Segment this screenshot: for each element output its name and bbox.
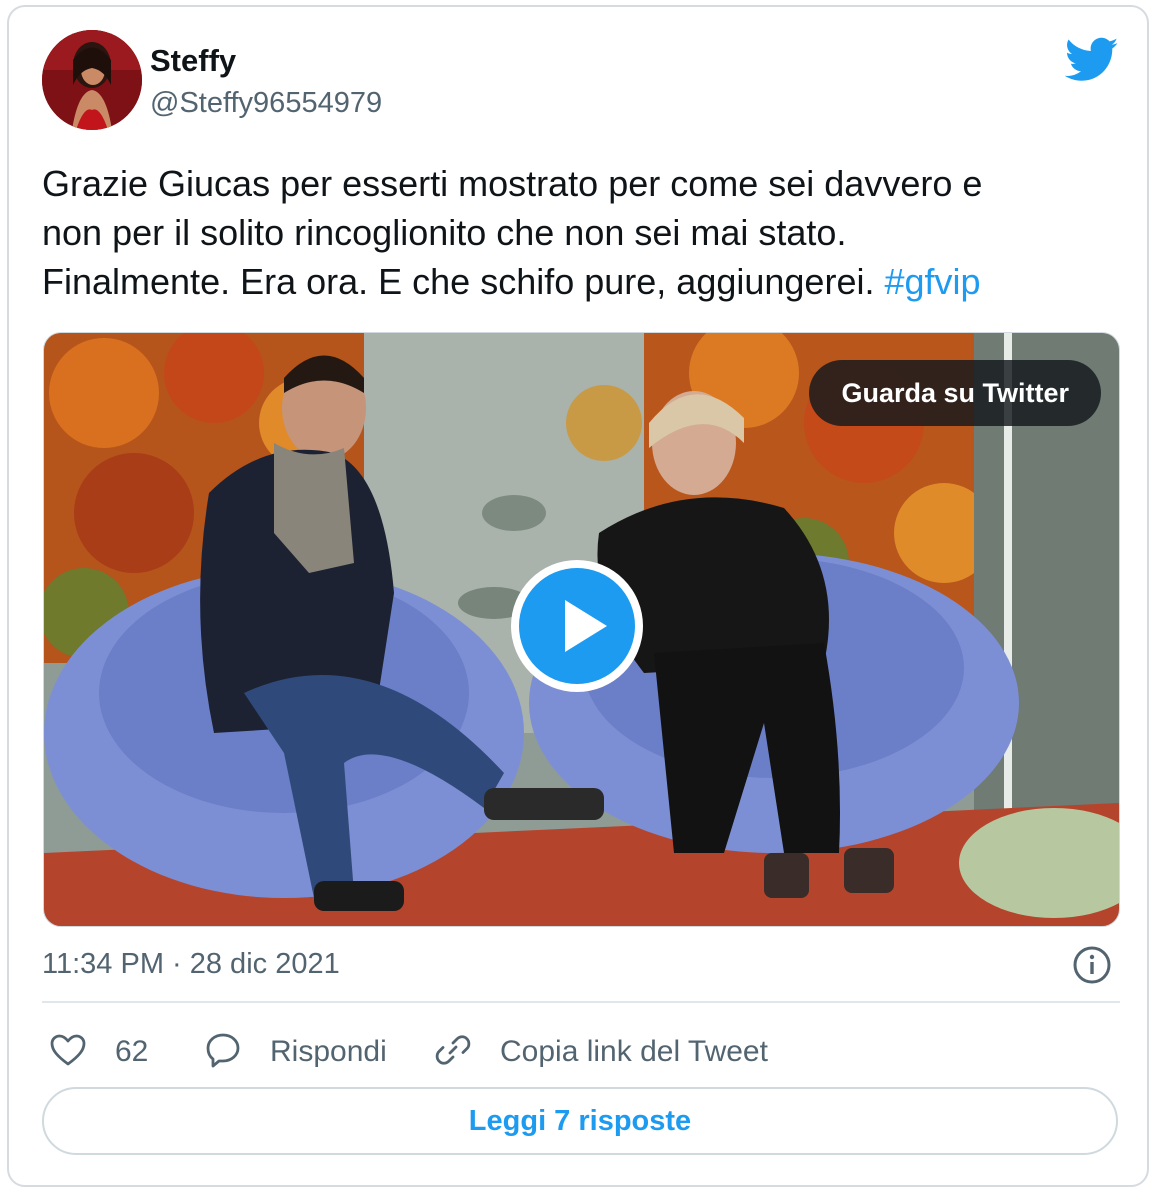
like-button[interactable]: 62 bbox=[49, 1027, 148, 1077]
watch-on-twitter-button[interactable]: Guarda su Twitter bbox=[809, 360, 1101, 426]
reply-label: Rispondi bbox=[270, 1035, 387, 1068]
avatar[interactable] bbox=[42, 30, 142, 130]
video-thumbnail[interactable]: Guarda su Twitter bbox=[43, 332, 1120, 927]
info-icon[interactable] bbox=[1072, 945, 1112, 985]
author-name[interactable]: Steffy bbox=[150, 43, 236, 79]
play-button[interactable] bbox=[511, 560, 643, 692]
reply-icon bbox=[204, 1031, 242, 1074]
play-icon bbox=[519, 568, 635, 684]
twitter-bird-icon[interactable] bbox=[1064, 37, 1119, 83]
tweet-timestamp[interactable]: 11:34 PM · 28 dic 2021 bbox=[42, 948, 340, 981]
copy-link-button[interactable]: Copia link del Tweet bbox=[434, 1027, 768, 1077]
hashtag-link[interactable]: #gfvip bbox=[884, 261, 980, 302]
divider bbox=[42, 1001, 1120, 1003]
copy-link-label: Copia link del Tweet bbox=[500, 1035, 768, 1068]
tweet-body: Grazie Giucas per esserti mostrato per c… bbox=[42, 163, 983, 302]
tweet-card: Steffy @Steffy96554979 Grazie Giucas per… bbox=[7, 5, 1149, 1187]
tweet-text: Grazie Giucas per esserti mostrato per c… bbox=[42, 159, 1132, 306]
like-count: 62 bbox=[115, 1035, 149, 1068]
heart-icon bbox=[49, 1033, 87, 1072]
read-replies-button[interactable]: Leggi 7 risposte bbox=[42, 1087, 1118, 1155]
author-handle[interactable]: @Steffy96554979 bbox=[150, 87, 382, 120]
link-icon bbox=[434, 1031, 472, 1074]
reply-button[interactable]: Rispondi bbox=[204, 1027, 387, 1077]
